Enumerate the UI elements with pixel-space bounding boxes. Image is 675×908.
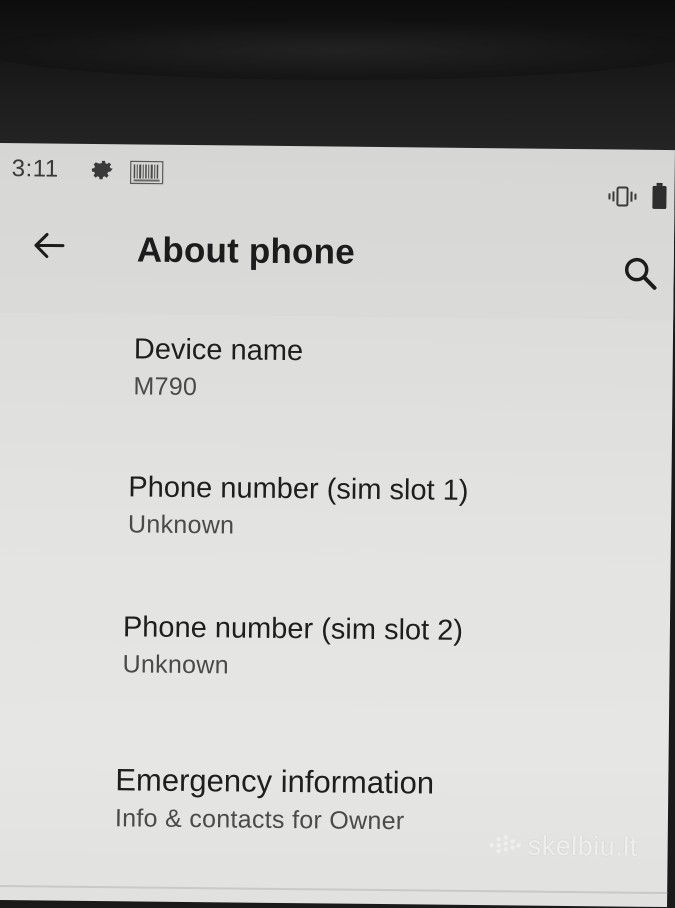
phone-bezel (0, 0, 675, 150)
barcode-icon (129, 160, 164, 185)
setting-title: Phone number (sim slot 1) (128, 471, 469, 507)
setting-title: Phone number (sim slot 2) (122, 611, 464, 647)
app-bar: About phone (0, 202, 675, 321)
status-bar: 3:11 (0, 143, 675, 210)
setting-summary: M790 (133, 372, 198, 402)
phone-number-sim1-item[interactable]: Phone number (sim slot 1) Unknown (127, 471, 675, 587)
gear-icon (91, 160, 113, 180)
setting-title: Emergency information (115, 762, 435, 801)
back-arrow-icon[interactable] (29, 225, 69, 265)
divider (0, 884, 668, 895)
phone-screen: 3:11 About phone Device name M790 Phone … (0, 143, 675, 908)
battery-icon (652, 182, 667, 209)
setting-summary: Unknown (127, 510, 235, 540)
setting-title: Device name (133, 333, 304, 368)
search-icon[interactable] (620, 254, 660, 294)
device-name-item[interactable]: Device name M790 (133, 333, 675, 449)
page-title: About phone (136, 230, 356, 272)
watermark-text: skelbiu.lt (527, 830, 638, 862)
settings-list: Device name M790 Phone number (sim slot … (0, 318, 673, 835)
bezel-shadow (0, 20, 675, 80)
watermark: skelbiu.lt (487, 825, 638, 867)
status-time: 3:11 (11, 155, 59, 183)
setting-summary: Unknown (122, 650, 230, 680)
vibrate-icon (608, 186, 637, 207)
watermark-dots-icon (489, 835, 521, 854)
phone-number-sim2-item[interactable]: Phone number (sim slot 2) Unknown (122, 611, 675, 727)
